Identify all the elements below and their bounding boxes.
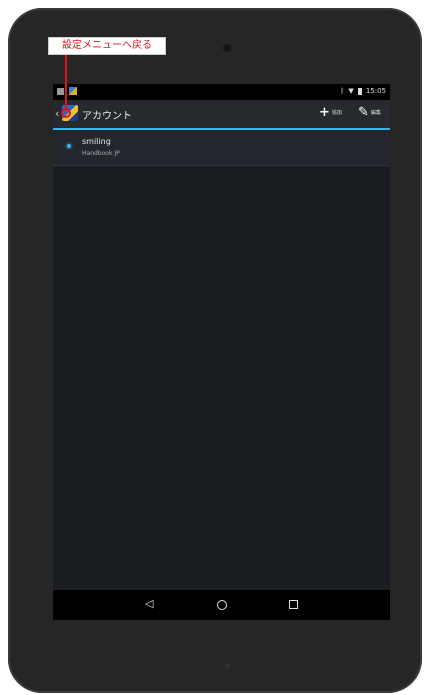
bluetooth-icon: ᛒ (340, 87, 345, 95)
chevron-left-icon: ‹ (55, 107, 60, 120)
annotation-callout: 設定メニューへ戻る (48, 37, 166, 55)
notification-icon (57, 88, 64, 95)
battery-icon (357, 88, 362, 95)
status-time: 15:05 (365, 87, 386, 95)
add-account-button[interactable]: + 追加 (319, 106, 342, 119)
account-name: smiling (82, 137, 111, 146)
add-label: 追加 (331, 110, 342, 116)
camera (223, 44, 231, 52)
edit-label: 編集 (370, 110, 381, 116)
plus-icon: + (319, 105, 330, 120)
pencil-icon: ✎ (358, 105, 369, 120)
annotation-pointer-line (65, 55, 67, 111)
annotation-pointer-tip (61, 108, 71, 118)
back-button[interactable]: ◁ (145, 598, 153, 610)
edit-button[interactable]: ✎ 編集 (358, 106, 381, 119)
status-icons: ᛒ ▼ 15:05 (340, 87, 386, 96)
sensor-dot (225, 663, 230, 668)
wifi-icon: ▼ (348, 87, 354, 95)
action-bar: ‹ アカウント + 追加 ✎ 編集 (53, 100, 390, 130)
home-button[interactable] (217, 600, 227, 610)
screen: ᛒ ▼ 15:05 ‹ アカウント + 追加 ✎ 編集 smiling Hand… (53, 84, 390, 620)
account-type: Handbook JP (82, 150, 120, 157)
page-title: アカウント (82, 111, 132, 122)
sync-status-icon (67, 144, 71, 148)
recent-apps-button[interactable] (289, 600, 298, 609)
account-list-item[interactable]: smiling Handbook JP (53, 130, 390, 166)
status-bar: ᛒ ▼ 15:05 (53, 84, 390, 100)
navigation-bar: ◁ (53, 590, 390, 620)
app-notification-icon (69, 87, 77, 95)
